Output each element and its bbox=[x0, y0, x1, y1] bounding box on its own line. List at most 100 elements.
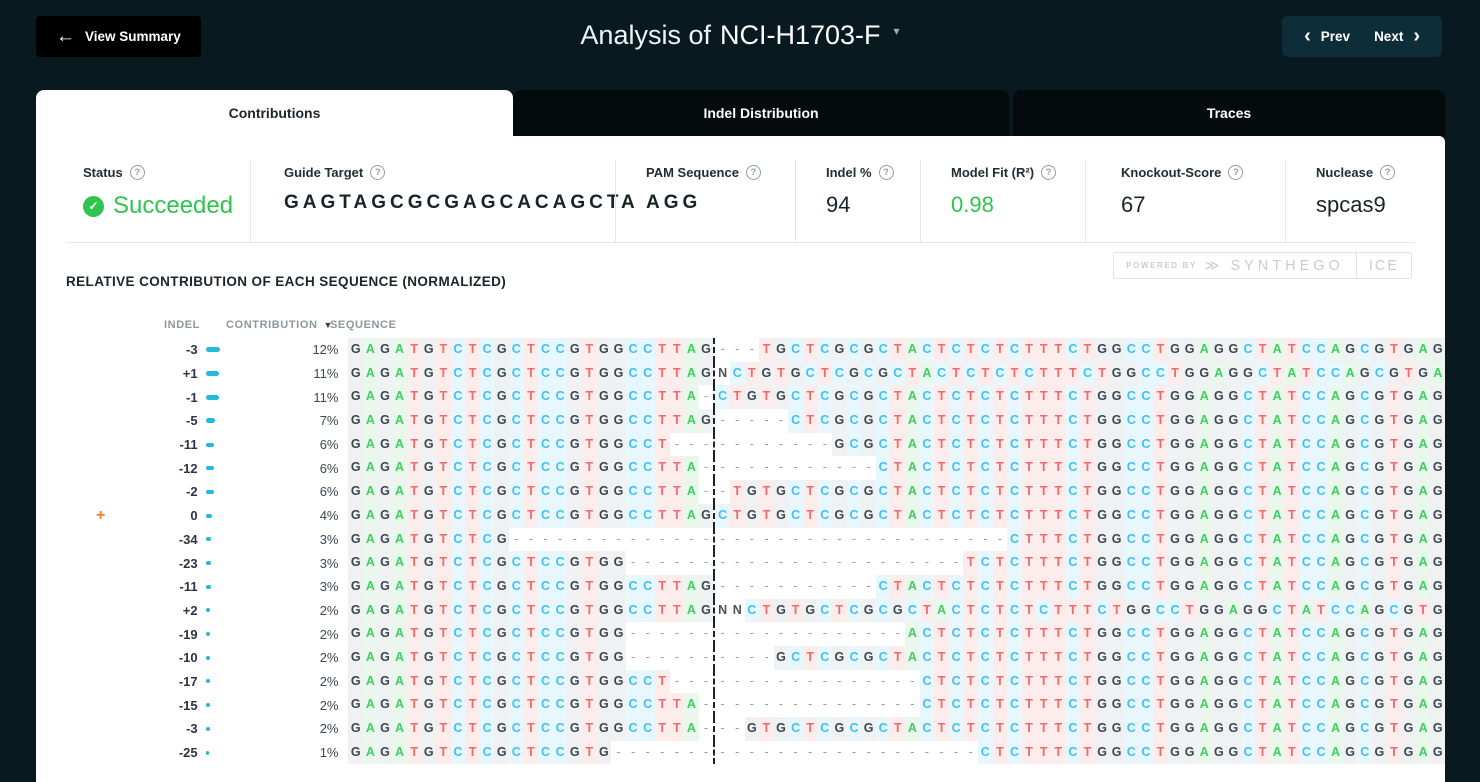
base-cell: C bbox=[1123, 432, 1139, 457]
base-cell: T bbox=[1255, 717, 1270, 741]
base-cell: G bbox=[1240, 361, 1256, 386]
base-cell: T bbox=[1021, 551, 1037, 575]
model-fit-value: 0.98 bbox=[951, 192, 994, 217]
help-icon[interactable]: ? bbox=[1228, 164, 1244, 180]
page-title: Analysis of NCI-H1703-F ▾ bbox=[0, 0, 1480, 70]
base-cell: T bbox=[1386, 740, 1402, 765]
sequence-row[interactable]: -23 3% G A G A T G T C T C G C T C C G T G G - - - - - - - - - - - - - - - -… bbox=[36, 551, 1446, 575]
help-icon[interactable]: ? bbox=[878, 164, 894, 180]
base-cell: G bbox=[832, 480, 847, 504]
base-cell: G bbox=[1094, 645, 1110, 670]
contribution-bar-wrap bbox=[198, 726, 237, 731]
gap-cell: - bbox=[749, 673, 754, 688]
base-cell: T bbox=[436, 385, 451, 410]
base-cell: G bbox=[1109, 740, 1124, 765]
gap-cell: - bbox=[939, 531, 944, 546]
sequence-row[interactable]: -11 6% G A G A T G T C T C G C T C C G T G G C C T - - - - - - - - - - - G C… bbox=[36, 432, 1446, 457]
base-cell: G bbox=[1211, 338, 1227, 362]
base-cell: C bbox=[905, 598, 920, 623]
sequence-row[interactable]: -15 2% G A G A T G T C T C G C T C C G T G G C C T T A - - - - - - - - - - -… bbox=[36, 693, 1446, 717]
base-cell: T bbox=[654, 432, 670, 457]
base-cell: T bbox=[1080, 527, 1095, 552]
tab-traces[interactable]: Traces bbox=[1013, 90, 1445, 136]
base-cell: G bbox=[611, 574, 626, 599]
base-cell: C bbox=[1357, 503, 1373, 528]
next-button[interactable]: Next › bbox=[1366, 26, 1428, 47]
tab-indel-distribution[interactable]: Indel Distribution bbox=[513, 90, 1009, 136]
base-cell: A bbox=[684, 409, 699, 433]
base-cell: C bbox=[1007, 622, 1022, 646]
base-cell: G bbox=[1167, 740, 1183, 765]
base-cell: C bbox=[1299, 385, 1314, 410]
check-circle-icon: ✓ bbox=[83, 195, 104, 217]
base-cell: T bbox=[1080, 480, 1095, 504]
sequence-row[interactable]: -5 7% G A G A T G T C T C G C T C C G T G G C C T T A G - - - - - C T C G C G… bbox=[36, 409, 1446, 433]
base-cell: A bbox=[1328, 740, 1343, 765]
sequence-row[interactable]: -2 6% G A G A T G T C T C G C T C C G T G G C C T T A - - T G T G C T C G C G… bbox=[36, 480, 1446, 504]
help-icon[interactable]: ? bbox=[1041, 164, 1057, 180]
base-cell: G bbox=[611, 503, 626, 528]
sequence-row[interactable]: -11 3% G A G A T G T C T C G C T C C G T G G C C T T A G - - - - - - - - - -… bbox=[36, 574, 1446, 599]
contribution-column-header[interactable]: CONTRIBUTION ▼ bbox=[200, 319, 332, 331]
sequence-row[interactable]: -19 2% G A G A T G T C T C G C T C C G T G G - - - - - - - - - - - - - - - -… bbox=[36, 622, 1446, 646]
base-cell: G bbox=[611, 361, 626, 386]
help-icon[interactable]: ? bbox=[745, 164, 761, 180]
sequence-row[interactable]: -3 12% G A G A T G T C T C G C T C C G T G G C C T T A G - - - T G C T C G C… bbox=[36, 338, 1446, 362]
contribution-bar bbox=[205, 442, 214, 447]
gap-cell: - bbox=[837, 531, 842, 546]
base-cell: T bbox=[465, 717, 480, 741]
base-cell: C bbox=[1357, 432, 1373, 457]
base-cell: C bbox=[552, 409, 568, 433]
base-cell: A bbox=[1284, 361, 1300, 386]
sequence-row[interactable]: -34 3% G A G A T G T C T C G - - - - - - - - - - - - - - - - - - - - - - - -… bbox=[36, 527, 1446, 552]
gap-cell: - bbox=[703, 721, 709, 735]
base-cell: G bbox=[1342, 338, 1358, 362]
gap-cell: - bbox=[837, 460, 842, 475]
base-cell: A bbox=[905, 385, 920, 410]
sequence-row[interactable]: -17 2% G A G A T G T C T C G C T C C G T G G C C T - - - - - - - - - - - - -… bbox=[36, 669, 1446, 694]
base-cell: G bbox=[1109, 551, 1124, 575]
base-cell: G bbox=[1372, 409, 1387, 433]
gap-cell: - bbox=[822, 626, 827, 641]
base-cell: A bbox=[1415, 385, 1431, 410]
sequence-row[interactable]: +1 11% G A G A T G T C T C G C T C C G T G G C C T T A G N C T G T G C T C G… bbox=[36, 361, 1446, 386]
base-cell: G bbox=[596, 551, 612, 575]
sequence-row[interactable]: -3 2% G A G A T G T C T C G C T C C G T G G C C T T A - - - G T G C T C G C G… bbox=[36, 717, 1446, 741]
base-cell: T bbox=[1094, 361, 1110, 386]
tab-contributions[interactable]: Contributions bbox=[36, 90, 513, 136]
sequence-row[interactable]: -25 1% G A G A T G T C T C G C T C C G T G - - - - - - - - - - - - - - - - -… bbox=[36, 740, 1446, 765]
help-icon[interactable]: ? bbox=[370, 164, 386, 180]
indel-value: +2 bbox=[182, 602, 198, 618]
base-cell: A bbox=[392, 527, 407, 552]
sequence-row[interactable]: -12 6% G A G A T G T C T C G C T C C G T G G C C T T A - - - - - - - - - - -… bbox=[36, 456, 1446, 481]
base-cell: C bbox=[1138, 338, 1154, 362]
sequence-row[interactable]: +2 2% G A G A T G T C T C G C T C C G T G G C C T T A G N N C T G T G C T C G… bbox=[36, 598, 1446, 623]
sequence-row[interactable]: -10 2% G A G A T G T C T C G C T C C G T G G - - - - - - - - - - G C T C G C… bbox=[36, 645, 1446, 670]
contribution-bar bbox=[205, 394, 219, 400]
prev-button[interactable]: ‹ Prev bbox=[1296, 26, 1358, 47]
base-cell: T bbox=[436, 645, 451, 670]
base-cell: A bbox=[1269, 717, 1285, 741]
sequence-row[interactable]: -1 11% G A G A T G T C T C G C T C C G T G G C C T T A - C T G T G C T C G C… bbox=[36, 385, 1446, 410]
sequence: GAGATGTCTCG-----------------------------… bbox=[348, 527, 1446, 552]
base-cell: C bbox=[1138, 645, 1154, 670]
gap-cell: - bbox=[630, 531, 636, 546]
base-cell: G bbox=[377, 385, 393, 410]
base-cell: G bbox=[1226, 385, 1241, 410]
base-cell: A bbox=[1415, 409, 1431, 433]
base-cell: A bbox=[1196, 645, 1212, 670]
title-dropdown-caret-icon[interactable]: ▾ bbox=[894, 24, 900, 38]
base-cell: A bbox=[363, 574, 378, 599]
base-cell: T bbox=[1153, 645, 1168, 670]
base-cell: G bbox=[1094, 527, 1110, 552]
base-cell: A bbox=[1196, 527, 1212, 552]
gap-cell: - bbox=[689, 436, 694, 451]
base-cell: A bbox=[905, 503, 920, 528]
sequence-row[interactable]: +0 4% G A G A T G T C T C G C T C C G T G G C C T T A G C T G T G C T C G C G… bbox=[36, 503, 1446, 528]
base-cell: C bbox=[509, 551, 524, 575]
base-cell: G bbox=[832, 645, 847, 670]
base-cell: A bbox=[363, 503, 378, 528]
gap-cell: - bbox=[735, 721, 740, 735]
help-icon[interactable]: ? bbox=[1380, 164, 1396, 180]
help-icon[interactable]: ? bbox=[129, 164, 145, 180]
